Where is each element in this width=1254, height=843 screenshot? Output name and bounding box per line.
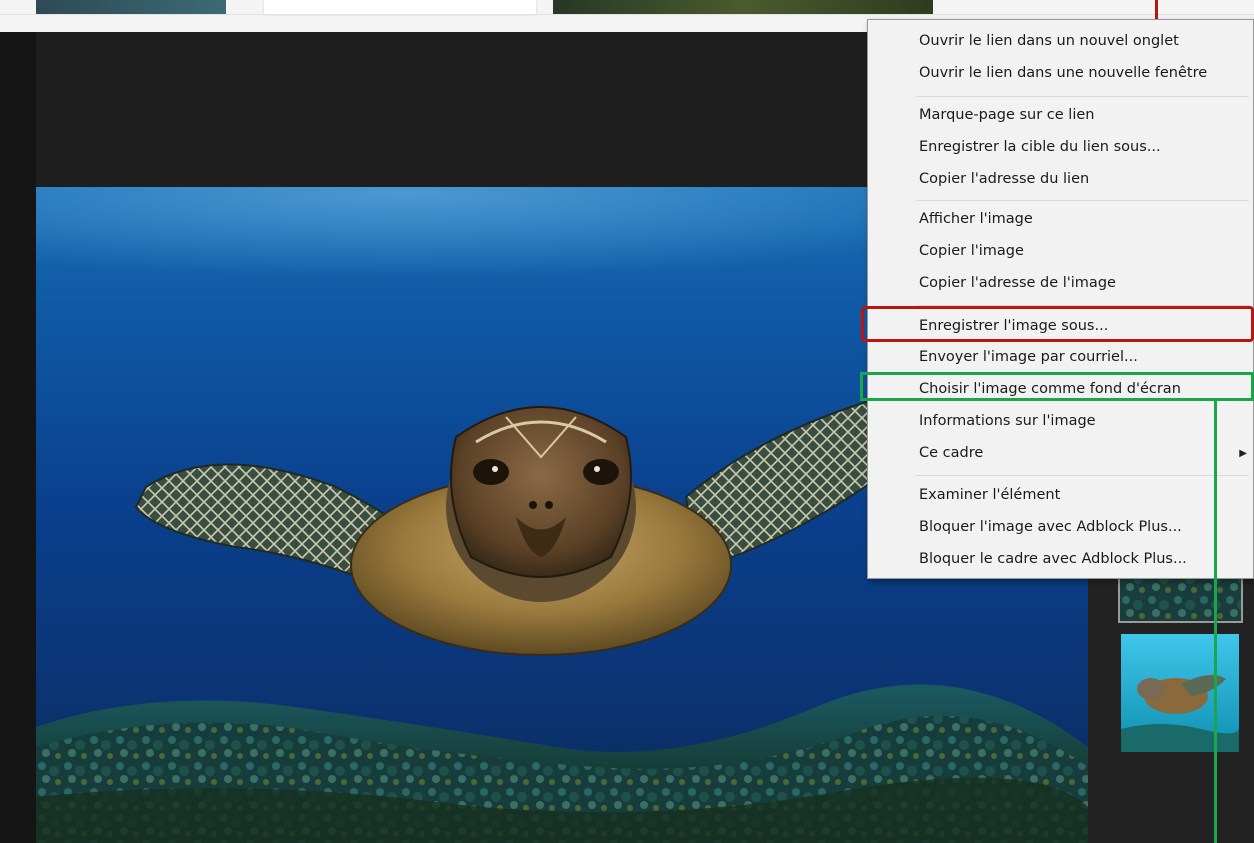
chevron-right-icon: ▶ bbox=[1239, 448, 1247, 459]
green-line-annotation bbox=[1214, 400, 1217, 843]
menu-save-link-as[interactable]: Enregistrer la cible du lien sous... bbox=[868, 131, 1254, 164]
menu-email-image[interactable]: Envoyer l'image par courriel... bbox=[868, 341, 1254, 374]
menu-image-info[interactable]: Informations sur l'image bbox=[868, 405, 1254, 438]
menu-copy-image[interactable]: Copier l'image bbox=[868, 235, 1254, 268]
menu-set-as-desktop-background[interactable]: Choisir l'image comme fond d'écran bbox=[868, 373, 1254, 406]
strip-thumbnail[interactable] bbox=[553, 0, 933, 14]
viewer-left-gutter bbox=[0, 32, 36, 843]
screenshot-stage: Ouvrir le lien dans un nouvel onglet Ouv… bbox=[0, 0, 1254, 843]
menu-inspect-element[interactable]: Examiner l'élément bbox=[868, 479, 1254, 512]
strip-thumbnail[interactable] bbox=[36, 0, 226, 14]
menu-copy-link-address[interactable]: Copier l'adresse du lien bbox=[868, 163, 1254, 196]
menu-this-frame-label: Ce cadre bbox=[919, 445, 984, 461]
menu-block-frame-adblock[interactable]: Bloquer le cadre avec Adblock Plus... bbox=[868, 543, 1254, 576]
menu-save-image-as[interactable]: Enregistrer l'image sous... bbox=[868, 310, 1254, 343]
menu-this-frame[interactable]: Ce cadre ▶ bbox=[868, 437, 1254, 470]
menu-view-image[interactable]: Afficher l'image bbox=[868, 203, 1254, 236]
menu-block-image-adblock[interactable]: Bloquer l'image avec Adblock Plus... bbox=[868, 511, 1254, 544]
divider bbox=[0, 14, 1254, 15]
menu-separator bbox=[916, 305, 1249, 306]
menu-separator bbox=[916, 200, 1249, 201]
turtle-thumbnail[interactable] bbox=[1121, 634, 1239, 752]
menu-open-link-new-tab[interactable]: Ouvrir le lien dans un nouvel onglet bbox=[868, 25, 1254, 58]
menu-copy-image-address[interactable]: Copier l'adresse de l'image bbox=[868, 267, 1254, 300]
menu-open-link-new-window[interactable]: Ouvrir le lien dans une nouvelle fenêtre bbox=[868, 57, 1254, 90]
context-menu: Ouvrir le lien dans un nouvel onglet Ouv… bbox=[867, 19, 1254, 579]
menu-bookmark-link[interactable]: Marque-page sur ce lien bbox=[868, 99, 1254, 132]
menu-separator bbox=[916, 475, 1249, 476]
menu-separator bbox=[916, 96, 1249, 97]
strip-thumbnail[interactable] bbox=[264, 0, 536, 14]
